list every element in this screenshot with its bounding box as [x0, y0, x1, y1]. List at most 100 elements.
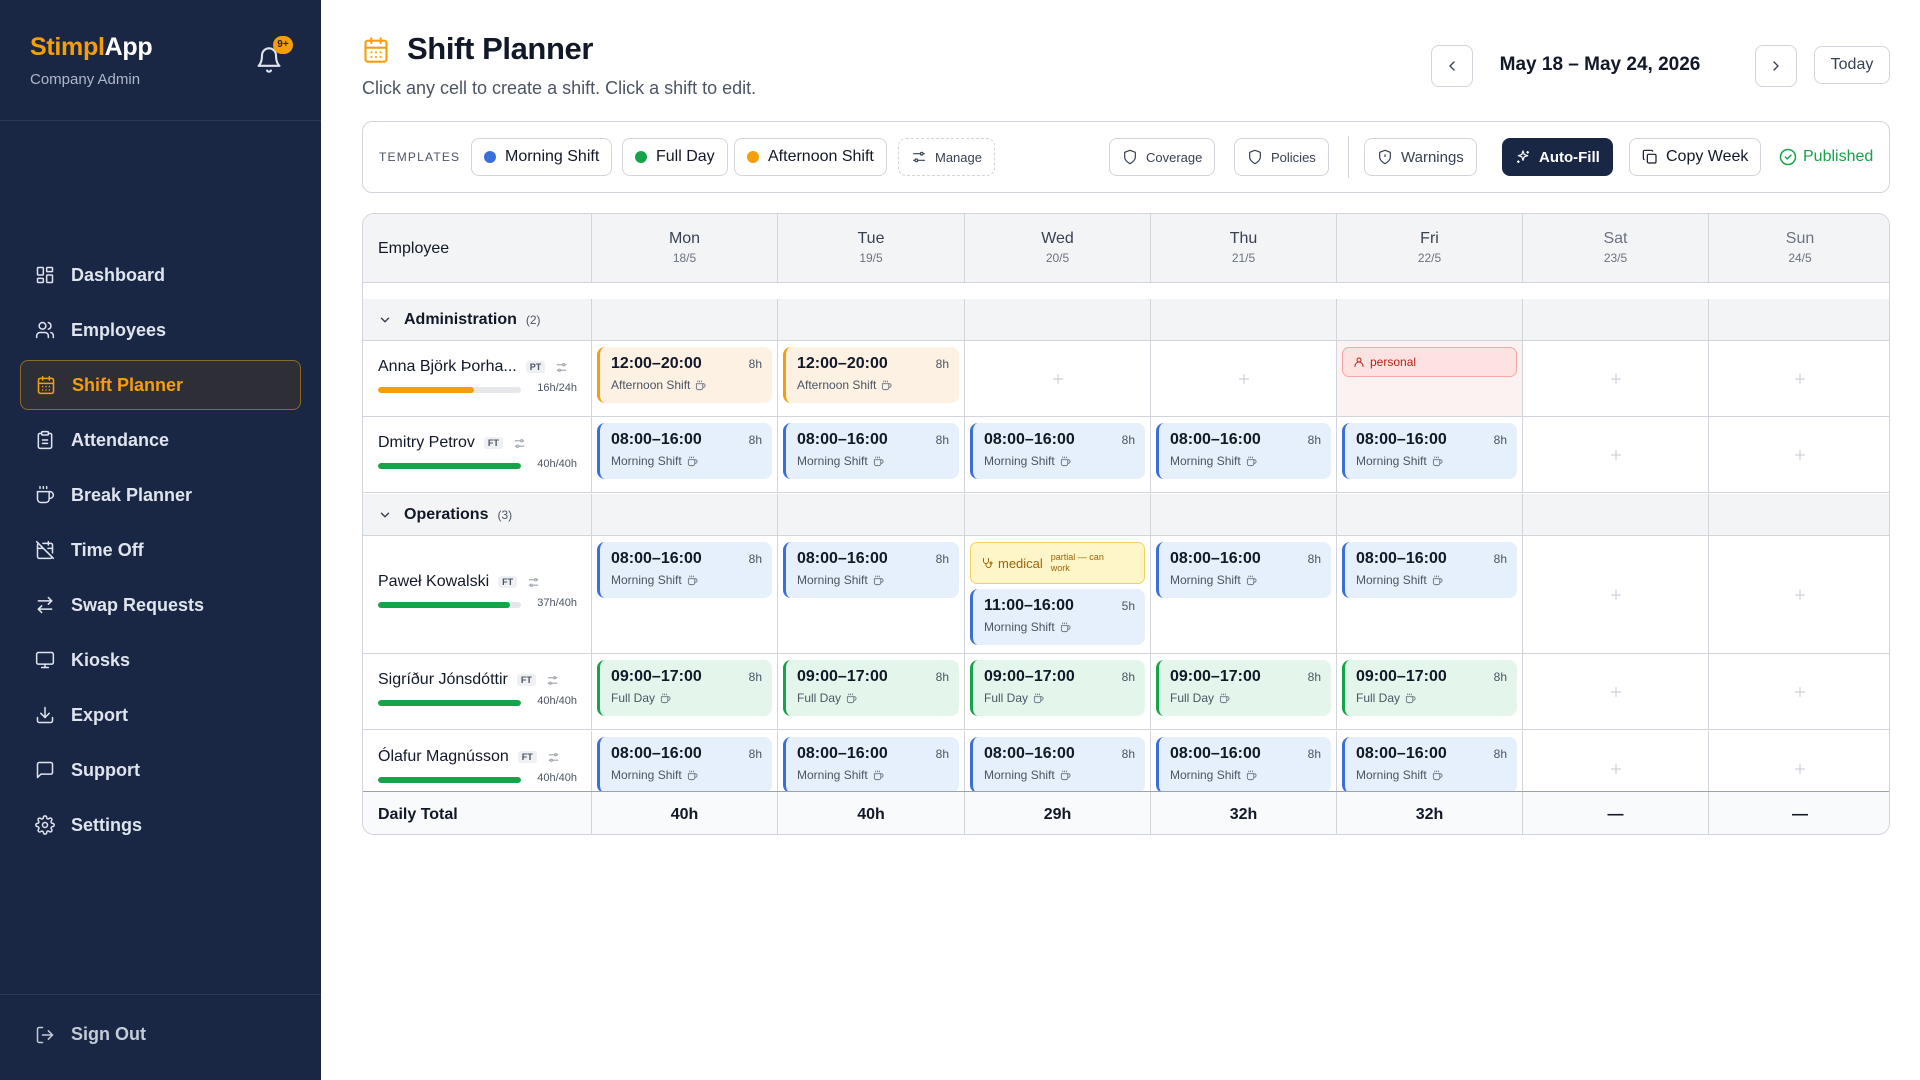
- next-week-button[interactable]: [1755, 45, 1797, 87]
- day-cell[interactable]: [1522, 654, 1708, 729]
- employee-cell[interactable]: Sigríður Jónsdóttir FT 40h/40h: [363, 654, 591, 729]
- shift-card[interactable]: 08:00–16:00 8h Morning Shift: [1342, 542, 1517, 598]
- sidebar-item-settings[interactable]: Settings: [20, 800, 301, 850]
- employee-cell[interactable]: Dmitry Petrov FT 40h/40h: [363, 417, 591, 492]
- shift-card[interactable]: 08:00–16:00 8h Morning Shift: [970, 423, 1145, 479]
- shift-card[interactable]: 09:00–17:00 8h Full Day: [1342, 660, 1517, 716]
- shift-card[interactable]: 09:00–17:00 8h Full Day: [1156, 660, 1331, 716]
- day-cell[interactable]: 08:00–16:00 8h Morning Shift: [591, 536, 777, 653]
- day-cell[interactable]: [1708, 417, 1889, 492]
- day-cell[interactable]: 09:00–17:00 8h Full Day: [777, 654, 964, 729]
- warnings-button[interactable]: Warnings: [1364, 138, 1477, 176]
- day-cell[interactable]: [1708, 536, 1889, 653]
- swap-preference-icon[interactable]: [546, 674, 559, 687]
- day-cell[interactable]: 12:00–20:00 8h Afternoon Shift: [591, 341, 777, 416]
- day-cell[interactable]: 08:00–16:00 8h Morning Shift: [777, 417, 964, 492]
- group-toggle[interactable]: Administration (2): [378, 311, 541, 329]
- day-cell[interactable]: [964, 341, 1150, 416]
- employee-cell[interactable]: Paweł Kowalski FT 37h/40h: [363, 536, 591, 653]
- day-cell[interactable]: 08:00–16:00 8h Morning Shift: [777, 536, 964, 653]
- sidebar-item-employees[interactable]: Employees: [20, 305, 301, 355]
- sidebar-item-break-planner[interactable]: Break Planner: [20, 470, 301, 520]
- employee-cell[interactable]: Anna Björk Þorha... PT 16h/24h: [363, 341, 591, 416]
- shift-card[interactable]: 08:00–16:00 8h Morning Shift: [783, 737, 959, 793]
- shift-hours: 8h: [748, 433, 762, 447]
- shift-card[interactable]: 08:00–16:00 8h Morning Shift: [970, 737, 1145, 793]
- sidebar-item-dashboard[interactable]: Dashboard: [20, 250, 301, 300]
- shift-hours: 8h: [1493, 552, 1507, 566]
- shift-card[interactable]: 08:00–16:00 8h Morning Shift: [783, 542, 959, 598]
- swap-preference-icon[interactable]: [527, 576, 540, 589]
- policies-button[interactable]: Policies: [1234, 138, 1329, 176]
- sidebar-item-swap-requests[interactable]: Swap Requests: [20, 580, 301, 630]
- shift-hours: 8h: [1307, 433, 1321, 447]
- day-cell[interactable]: 09:00–17:00 8h Full Day: [591, 654, 777, 729]
- template-afternoon-shift[interactable]: Afternoon Shift: [734, 138, 887, 176]
- auto-fill-button[interactable]: Auto-Fill: [1502, 138, 1613, 176]
- coffee-icon: [1246, 455, 1257, 466]
- absence-badge-medical[interactable]: medical partial — can work: [970, 542, 1145, 584]
- sparkles-icon: [1517, 150, 1529, 163]
- sign-out-button[interactable]: Sign Out: [35, 1024, 146, 1045]
- swap-preference-icon[interactable]: [555, 361, 568, 374]
- group-row[interactable]: Operations (3): [363, 494, 1889, 536]
- shift-card[interactable]: 08:00–16:00 8h Morning Shift: [1342, 423, 1517, 479]
- sidebar-item-export[interactable]: Export: [20, 690, 301, 740]
- shift-card[interactable]: 12:00–20:00 8h Afternoon Shift: [783, 347, 959, 403]
- shift-card[interactable]: 11:00–16:00 5h Morning Shift: [970, 589, 1145, 645]
- prev-week-button[interactable]: [1431, 45, 1473, 87]
- shift-card[interactable]: 09:00–17:00 8h Full Day: [597, 660, 772, 716]
- sidebar-item-support[interactable]: Support: [20, 745, 301, 795]
- shift-card[interactable]: 12:00–20:00 8h Afternoon Shift: [597, 347, 772, 403]
- shift-card[interactable]: 08:00–16:00 8h Morning Shift: [783, 423, 959, 479]
- swap-preference-icon[interactable]: [513, 437, 526, 450]
- day-cell[interactable]: 08:00–16:00 8h Morning Shift: [964, 417, 1150, 492]
- add-shift-icon: [1609, 448, 1623, 462]
- shift-card[interactable]: 09:00–17:00 8h Full Day: [970, 660, 1145, 716]
- day-cell[interactable]: [1708, 341, 1889, 416]
- shift-template-name: Morning Shift: [797, 573, 868, 587]
- shift-card[interactable]: 08:00–16:00 8h Morning Shift: [1342, 737, 1517, 793]
- day-cell[interactable]: [1522, 536, 1708, 653]
- day-cell[interactable]: 12:00–20:00 8h Afternoon Shift: [777, 341, 964, 416]
- group-toggle[interactable]: Operations (3): [378, 506, 512, 524]
- day-cell[interactable]: [1522, 341, 1708, 416]
- sidebar-item-shift-planner[interactable]: Shift Planner: [20, 360, 301, 410]
- swap-preference-icon[interactable]: [547, 751, 560, 764]
- day-cell[interactable]: 09:00–17:00 8h Full Day: [1150, 654, 1336, 729]
- day-cell[interactable]: 08:00–16:00 8h Morning Shift: [1150, 417, 1336, 492]
- day-cell[interactable]: medical partial — can work 11:00–16:00 5h Mo…: [964, 536, 1150, 653]
- sidebar-item-attendance[interactable]: Attendance: [20, 415, 301, 465]
- copy-week-button[interactable]: Copy Week: [1629, 138, 1762, 176]
- day-cell[interactable]: 09:00–17:00 8h Full Day: [1336, 654, 1522, 729]
- day-cell[interactable]: 09:00–17:00 8h Full Day: [964, 654, 1150, 729]
- coverage-button[interactable]: Coverage: [1109, 138, 1216, 176]
- status-badge: Published: [1779, 148, 1873, 166]
- brand-logo[interactable]: StimplApp: [30, 33, 153, 62]
- day-cell[interactable]: 08:00–16:00 8h Morning Shift: [1336, 417, 1522, 492]
- today-button[interactable]: Today: [1814, 46, 1890, 84]
- shift-card[interactable]: 08:00–16:00 8h Morning Shift: [1156, 423, 1331, 479]
- shift-card[interactable]: 08:00–16:00 8h Morning Shift: [597, 737, 772, 793]
- manage-templates-button[interactable]: Manage: [898, 138, 995, 176]
- day-cell[interactable]: 08:00–16:00 8h Morning Shift: [591, 417, 777, 492]
- shift-card[interactable]: 09:00–17:00 8h Full Day: [783, 660, 959, 716]
- column-divider: [777, 299, 778, 341]
- shift-card[interactable]: 08:00–16:00 8h Morning Shift: [597, 423, 772, 479]
- template-full-day[interactable]: Full Day: [622, 138, 728, 176]
- day-cell[interactable]: 08:00–16:00 8h Morning Shift: [1150, 536, 1336, 653]
- day-cell[interactable]: 08:00–16:00 8h Morning Shift: [1336, 536, 1522, 653]
- day-cell[interactable]: [1522, 417, 1708, 492]
- shift-card[interactable]: 08:00–16:00 8h Morning Shift: [597, 542, 772, 598]
- add-shift-icon: [1237, 372, 1251, 386]
- sidebar-item-kiosks[interactable]: Kiosks: [20, 635, 301, 685]
- absence-badge-personal[interactable]: personal: [1342, 347, 1517, 377]
- group-row[interactable]: Administration (2): [363, 299, 1889, 341]
- day-cell[interactable]: personal: [1336, 341, 1522, 416]
- sidebar-item-time-off[interactable]: Time Off: [20, 525, 301, 575]
- day-cell[interactable]: [1150, 341, 1336, 416]
- shift-card[interactable]: 08:00–16:00 8h Morning Shift: [1156, 737, 1331, 793]
- day-cell[interactable]: [1708, 654, 1889, 729]
- template-morning-shift[interactable]: Morning Shift: [471, 138, 613, 176]
- shift-card[interactable]: 08:00–16:00 8h Morning Shift: [1156, 542, 1331, 598]
